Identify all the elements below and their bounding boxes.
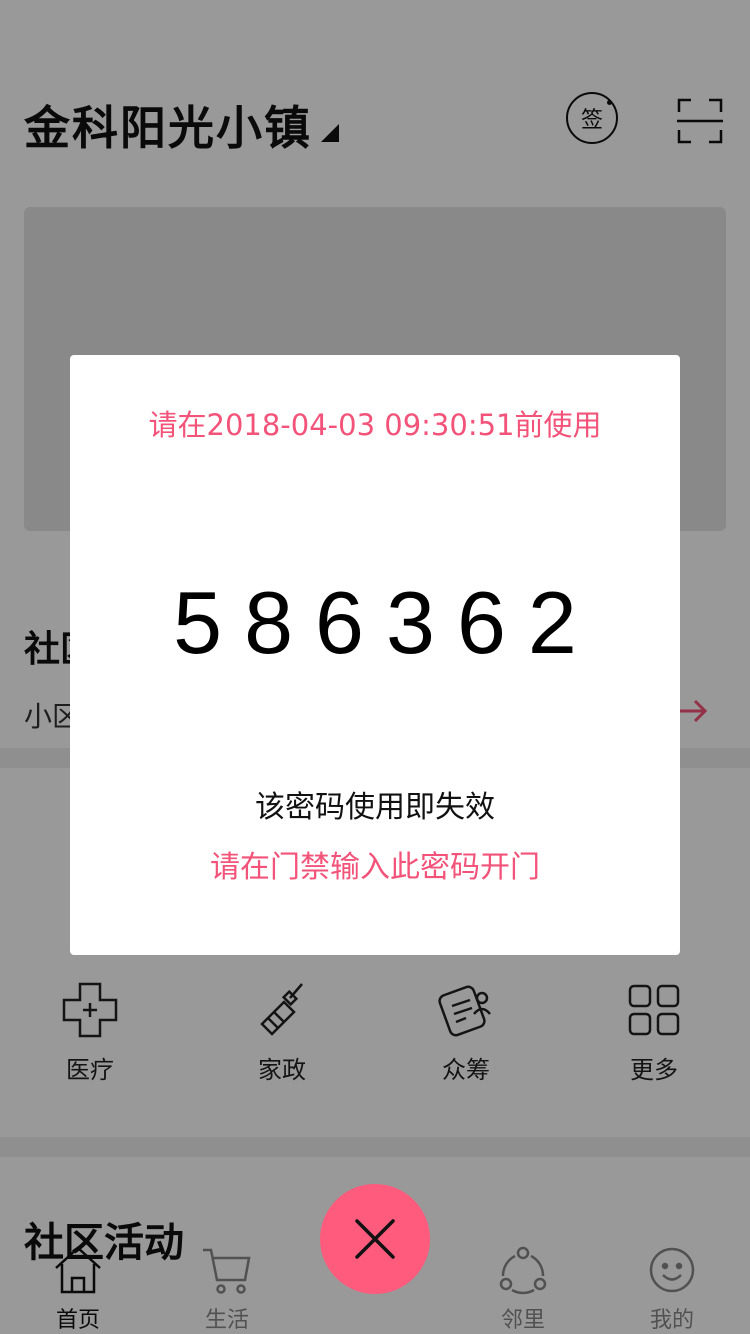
door-password-code: 586362: [173, 573, 599, 672]
expire-time-text: 请在2018-04-03 09:30:51前使用: [148, 408, 602, 442]
close-dialog-button[interactable]: [320, 1184, 430, 1294]
close-icon: [355, 1219, 395, 1259]
password-hint: 请在门禁输入此密码开门: [210, 850, 540, 885]
password-note: 该密码使用即失效: [255, 790, 495, 825]
